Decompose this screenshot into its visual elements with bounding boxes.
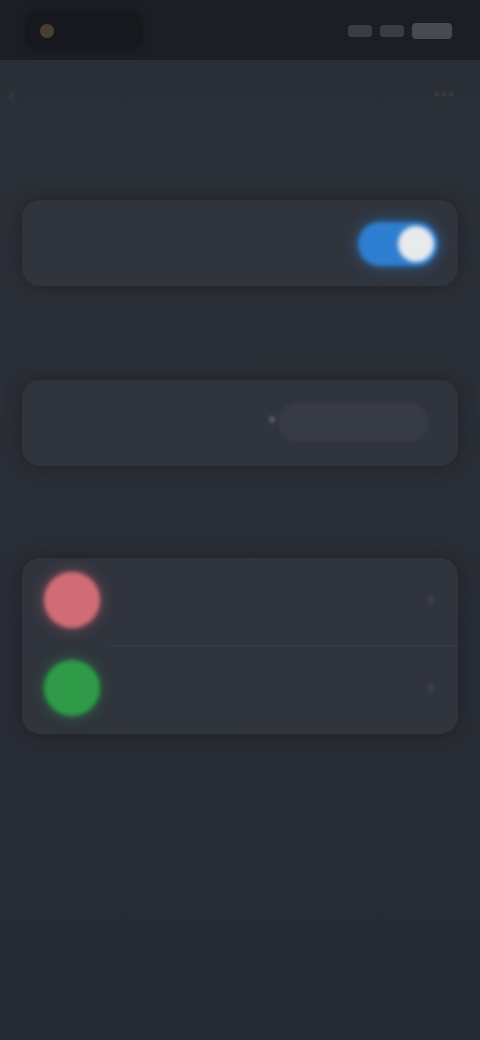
toggle-row[interactable] <box>22 200 458 286</box>
status-indicator-icon <box>40 24 54 38</box>
list-item[interactable]: › <box>22 646 458 734</box>
list-item[interactable]: › <box>22 558 458 646</box>
avatar <box>44 660 100 716</box>
chevron-right-icon: › <box>426 586 434 611</box>
toggle-knob <box>398 226 434 262</box>
signal-icon <box>348 25 372 37</box>
settings-screen: ‹ ⋯ ▾ › › <box>0 0 480 1040</box>
wifi-icon <box>380 25 404 37</box>
toggle-switch[interactable] <box>358 222 438 266</box>
status-icons <box>348 20 452 42</box>
battery-icon <box>412 23 452 39</box>
section-card-2: ▾ <box>22 380 458 466</box>
section-card-3: › › <box>22 558 458 734</box>
chevron-right-icon: › <box>426 674 434 699</box>
nav-header: ‹ ⋯ <box>0 60 480 136</box>
chevron-down-icon: ▾ <box>268 412 277 429</box>
avatar <box>44 572 100 628</box>
select-dropdown[interactable]: ▾ <box>268 402 428 442</box>
select-row[interactable]: ▾ <box>22 380 458 466</box>
more-icon[interactable]: ⋯ <box>430 80 458 108</box>
chevron-left-icon[interactable]: ‹ <box>8 82 26 108</box>
section-card-1 <box>22 200 458 286</box>
status-bar <box>0 0 480 60</box>
